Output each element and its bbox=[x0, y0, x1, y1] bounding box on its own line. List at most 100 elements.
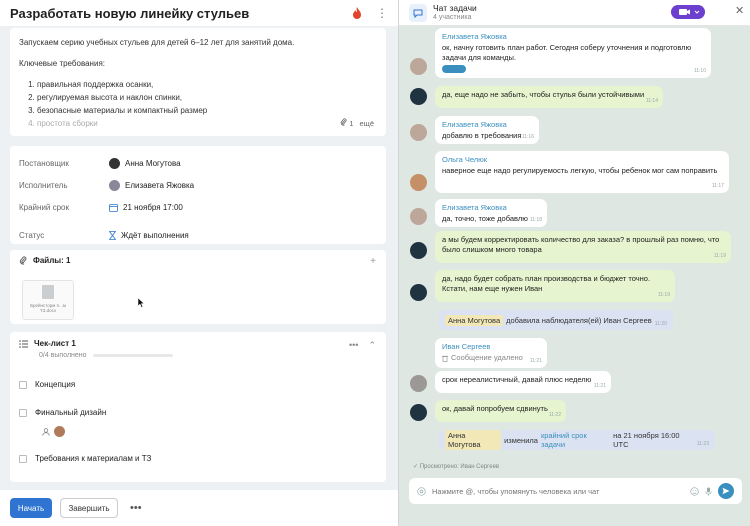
chat-participants[interactable]: 4 участника bbox=[433, 14, 471, 21]
files-title: Файлы: 1 bbox=[33, 256, 71, 265]
message-text: да, точно, тоже добавлю bbox=[442, 214, 528, 223]
requirements-list: правильная поддержка осанки, регулируема… bbox=[37, 78, 377, 130]
message-time: 11:10 bbox=[693, 68, 706, 74]
file-name: Брейнсторм п...м ТЗ.docx bbox=[30, 303, 66, 313]
document-icon bbox=[42, 285, 54, 299]
message-text: ок, начну готовить план работ. Сегодня с… bbox=[442, 43, 692, 62]
checklist-item[interactable]: Финальный дизайн bbox=[19, 408, 106, 417]
chat-panel: Чат задачи 4 участника ✕ Елизавета Яжовк… bbox=[398, 0, 750, 526]
chat-message[interactable]: да, еще надо не забыть, чтобы стулья был… bbox=[435, 86, 663, 108]
requirement-item: безопасные материалы и компактный размер bbox=[37, 104, 377, 117]
avatar[interactable] bbox=[410, 404, 427, 421]
creator-value[interactable]: Анна Могутова bbox=[109, 157, 181, 169]
avatar[interactable] bbox=[410, 88, 427, 105]
avatar[interactable] bbox=[410, 375, 427, 392]
mic-icon[interactable] bbox=[704, 487, 713, 496]
checklist-section: Чек-лист 1 0/4 выполнено ••• ⌃ Концепция… bbox=[10, 332, 386, 482]
more-actions-icon[interactable]: ••• bbox=[130, 502, 142, 514]
kebab-icon[interactable]: ⋮ bbox=[376, 7, 388, 19]
voice-message-chip[interactable] bbox=[442, 65, 466, 73]
chat-message[interactable]: Ольга Челюк наверное еще надо регулируем… bbox=[435, 151, 729, 193]
message-time: 11:23 bbox=[696, 441, 709, 447]
status-value[interactable]: Ждёт выполнения bbox=[109, 231, 189, 240]
avatar[interactable] bbox=[410, 284, 427, 301]
chat-message[interactable]: срок нереалистичный, давай плюс неделю 1… bbox=[435, 371, 611, 393]
message-text: да, еще надо не забыть, чтобы стулья был… bbox=[442, 90, 645, 99]
chat-message[interactable]: а мы будем корректировать количество для… bbox=[435, 231, 731, 263]
progress-text: 0/4 выполнено bbox=[39, 352, 87, 359]
assignee-name: Елизавета Яжовка bbox=[125, 180, 195, 190]
checklist-item-label: Концепция bbox=[35, 380, 76, 389]
message-sender[interactable]: Елизавета Яжовка bbox=[442, 32, 704, 42]
checklist-progress: 0/4 выполнено bbox=[39, 352, 377, 359]
avatar[interactable] bbox=[54, 426, 65, 437]
creator-name: Анна Могутова bbox=[125, 158, 181, 168]
message-input[interactable] bbox=[432, 486, 685, 496]
checkbox[interactable] bbox=[19, 408, 27, 417]
message-sender[interactable]: Иван Сергеев bbox=[442, 342, 540, 352]
message-sender[interactable]: Елизавета Яжовка bbox=[442, 120, 532, 130]
more-link[interactable]: ещё bbox=[359, 117, 374, 130]
message-sender[interactable]: Елизавета Яжовка bbox=[442, 203, 540, 213]
start-button[interactable]: Начать bbox=[10, 498, 52, 518]
deadline-value[interactable]: 21 ноября 17:00 bbox=[109, 203, 183, 212]
read-checks-icon: ✓ bbox=[413, 464, 419, 470]
chat-message[interactable]: Елизавета Яжовка добавлю в требования 11… bbox=[435, 116, 539, 144]
checkbox[interactable] bbox=[19, 380, 27, 389]
chevron-up-icon[interactable]: ⌃ bbox=[368, 340, 376, 351]
checklist-tools: ••• ⌃ bbox=[349, 340, 376, 351]
chat-message[interactable]: ок, давай попробуем сдвинуть 11:22 bbox=[435, 400, 566, 422]
finish-button[interactable]: Завершить bbox=[60, 498, 118, 518]
status-text: Ждёт выполнения bbox=[121, 230, 189, 240]
checklist-item[interactable]: Требования к материалам и ТЗ bbox=[19, 454, 151, 463]
avatar[interactable] bbox=[410, 58, 427, 75]
system-text-rest: на 21 ноября 16:00 UTC bbox=[613, 431, 680, 449]
emoji-icon[interactable] bbox=[690, 486, 699, 496]
mention-icon[interactable] bbox=[417, 486, 426, 496]
checklist-title: Чек-лист 1 bbox=[34, 339, 76, 348]
fire-icon[interactable] bbox=[352, 7, 362, 19]
message-sender[interactable]: Ольга Челюк bbox=[442, 155, 722, 165]
attachment-count[interactable]: 1 bbox=[340, 117, 353, 130]
person-icon[interactable] bbox=[42, 427, 50, 436]
video-call-button[interactable] bbox=[671, 5, 705, 19]
checklist-item[interactable]: Концепция bbox=[19, 380, 75, 389]
creator-label: Постановщик bbox=[19, 158, 69, 168]
message-time: 11:19 bbox=[657, 292, 670, 298]
message-time: 11:14 bbox=[645, 98, 658, 104]
status-row: Статус Ждёт выполнения bbox=[19, 224, 377, 246]
deadline-label: Крайний срок bbox=[19, 202, 70, 212]
close-icon[interactable]: ✕ bbox=[735, 4, 744, 17]
chat-message[interactable]: Елизавета Яжовка да, точно, тоже добавлю… bbox=[435, 199, 547, 227]
user-chip[interactable]: Анна Могутова bbox=[445, 430, 502, 450]
assignee-value[interactable]: Елизавета Яжовка bbox=[109, 179, 195, 191]
checklist-item-label: Требования к материалам и ТЗ bbox=[35, 454, 152, 463]
add-file-icon[interactable]: + bbox=[370, 256, 376, 267]
avatar[interactable] bbox=[410, 174, 427, 191]
message-text: срок нереалистичный, давай плюс неделю bbox=[442, 375, 592, 384]
message-composer bbox=[409, 478, 742, 504]
send-button[interactable] bbox=[718, 483, 734, 499]
more-icon[interactable]: ••• bbox=[349, 340, 358, 351]
progress-bar bbox=[92, 354, 173, 357]
message-text: а мы будем корректировать количество для… bbox=[442, 235, 720, 254]
deadline-link[interactable]: крайний срок задачи bbox=[541, 431, 610, 449]
chat-message[interactable]: да, надо будет собрать план производства… bbox=[435, 270, 675, 302]
requirement-item: простота сборки bbox=[37, 117, 377, 130]
message-time: 11:22 bbox=[548, 412, 561, 418]
system-text: добавила наблюдателя(ей) Иван Сергеев bbox=[506, 315, 652, 325]
trash-icon bbox=[442, 355, 448, 362]
chat-message-deleted[interactable]: Иван Сергеев Сообщение удалено 11:21 bbox=[435, 338, 547, 368]
checkbox[interactable] bbox=[19, 454, 27, 463]
checklist-icon bbox=[19, 339, 28, 348]
avatar[interactable] bbox=[410, 242, 427, 259]
avatar[interactable] bbox=[410, 208, 427, 225]
assignee-label: Исполнитель bbox=[19, 180, 68, 190]
message-time: 11:18 bbox=[529, 217, 542, 223]
chat-message[interactable]: Елизавета Яжовка ок, начну готовить план… bbox=[435, 28, 711, 78]
requirements-heading: Ключевые требования: bbox=[19, 59, 105, 68]
viewed-indicator: ✓ Просмотрено: Иван Сергеев bbox=[413, 463, 499, 470]
file-thumbnail[interactable]: Брейнсторм п...м ТЗ.docx bbox=[22, 280, 74, 320]
user-chip[interactable]: Анна Могутова bbox=[445, 314, 504, 326]
avatar[interactable] bbox=[410, 124, 427, 141]
